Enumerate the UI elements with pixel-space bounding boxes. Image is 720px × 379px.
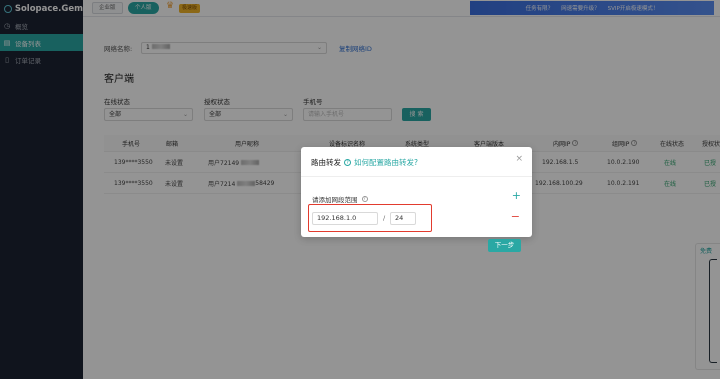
add-range-button[interactable]: + — [512, 190, 521, 201]
ip-address-input[interactable]: 192.168.1.0 — [312, 212, 378, 225]
remove-range-button[interactable]: − — [511, 211, 520, 222]
range-label: 请添加网段范围? — [312, 194, 368, 204]
next-step-button[interactable]: 下一步 — [488, 239, 521, 252]
close-icon[interactable]: × — [515, 154, 523, 164]
divider — [301, 176, 532, 177]
subnet-mask-input[interactable]: 24 — [390, 212, 416, 225]
help-icon[interactable]: ? — [361, 196, 368, 202]
route-forward-dialog: 路由转发 ? 如何配置路由转发? × 请添加网段范围? + 192.168.1.… — [301, 147, 532, 252]
help-icon: ? — [344, 159, 351, 166]
dialog-title: 路由转发 — [311, 158, 341, 167]
help-link[interactable]: ? 如何配置路由转发? — [344, 157, 418, 168]
help-link-text: 如何配置路由转发? — [354, 158, 418, 167]
range-label-text: 请添加网段范围 — [312, 196, 358, 204]
cidr-separator: / — [383, 214, 386, 222]
